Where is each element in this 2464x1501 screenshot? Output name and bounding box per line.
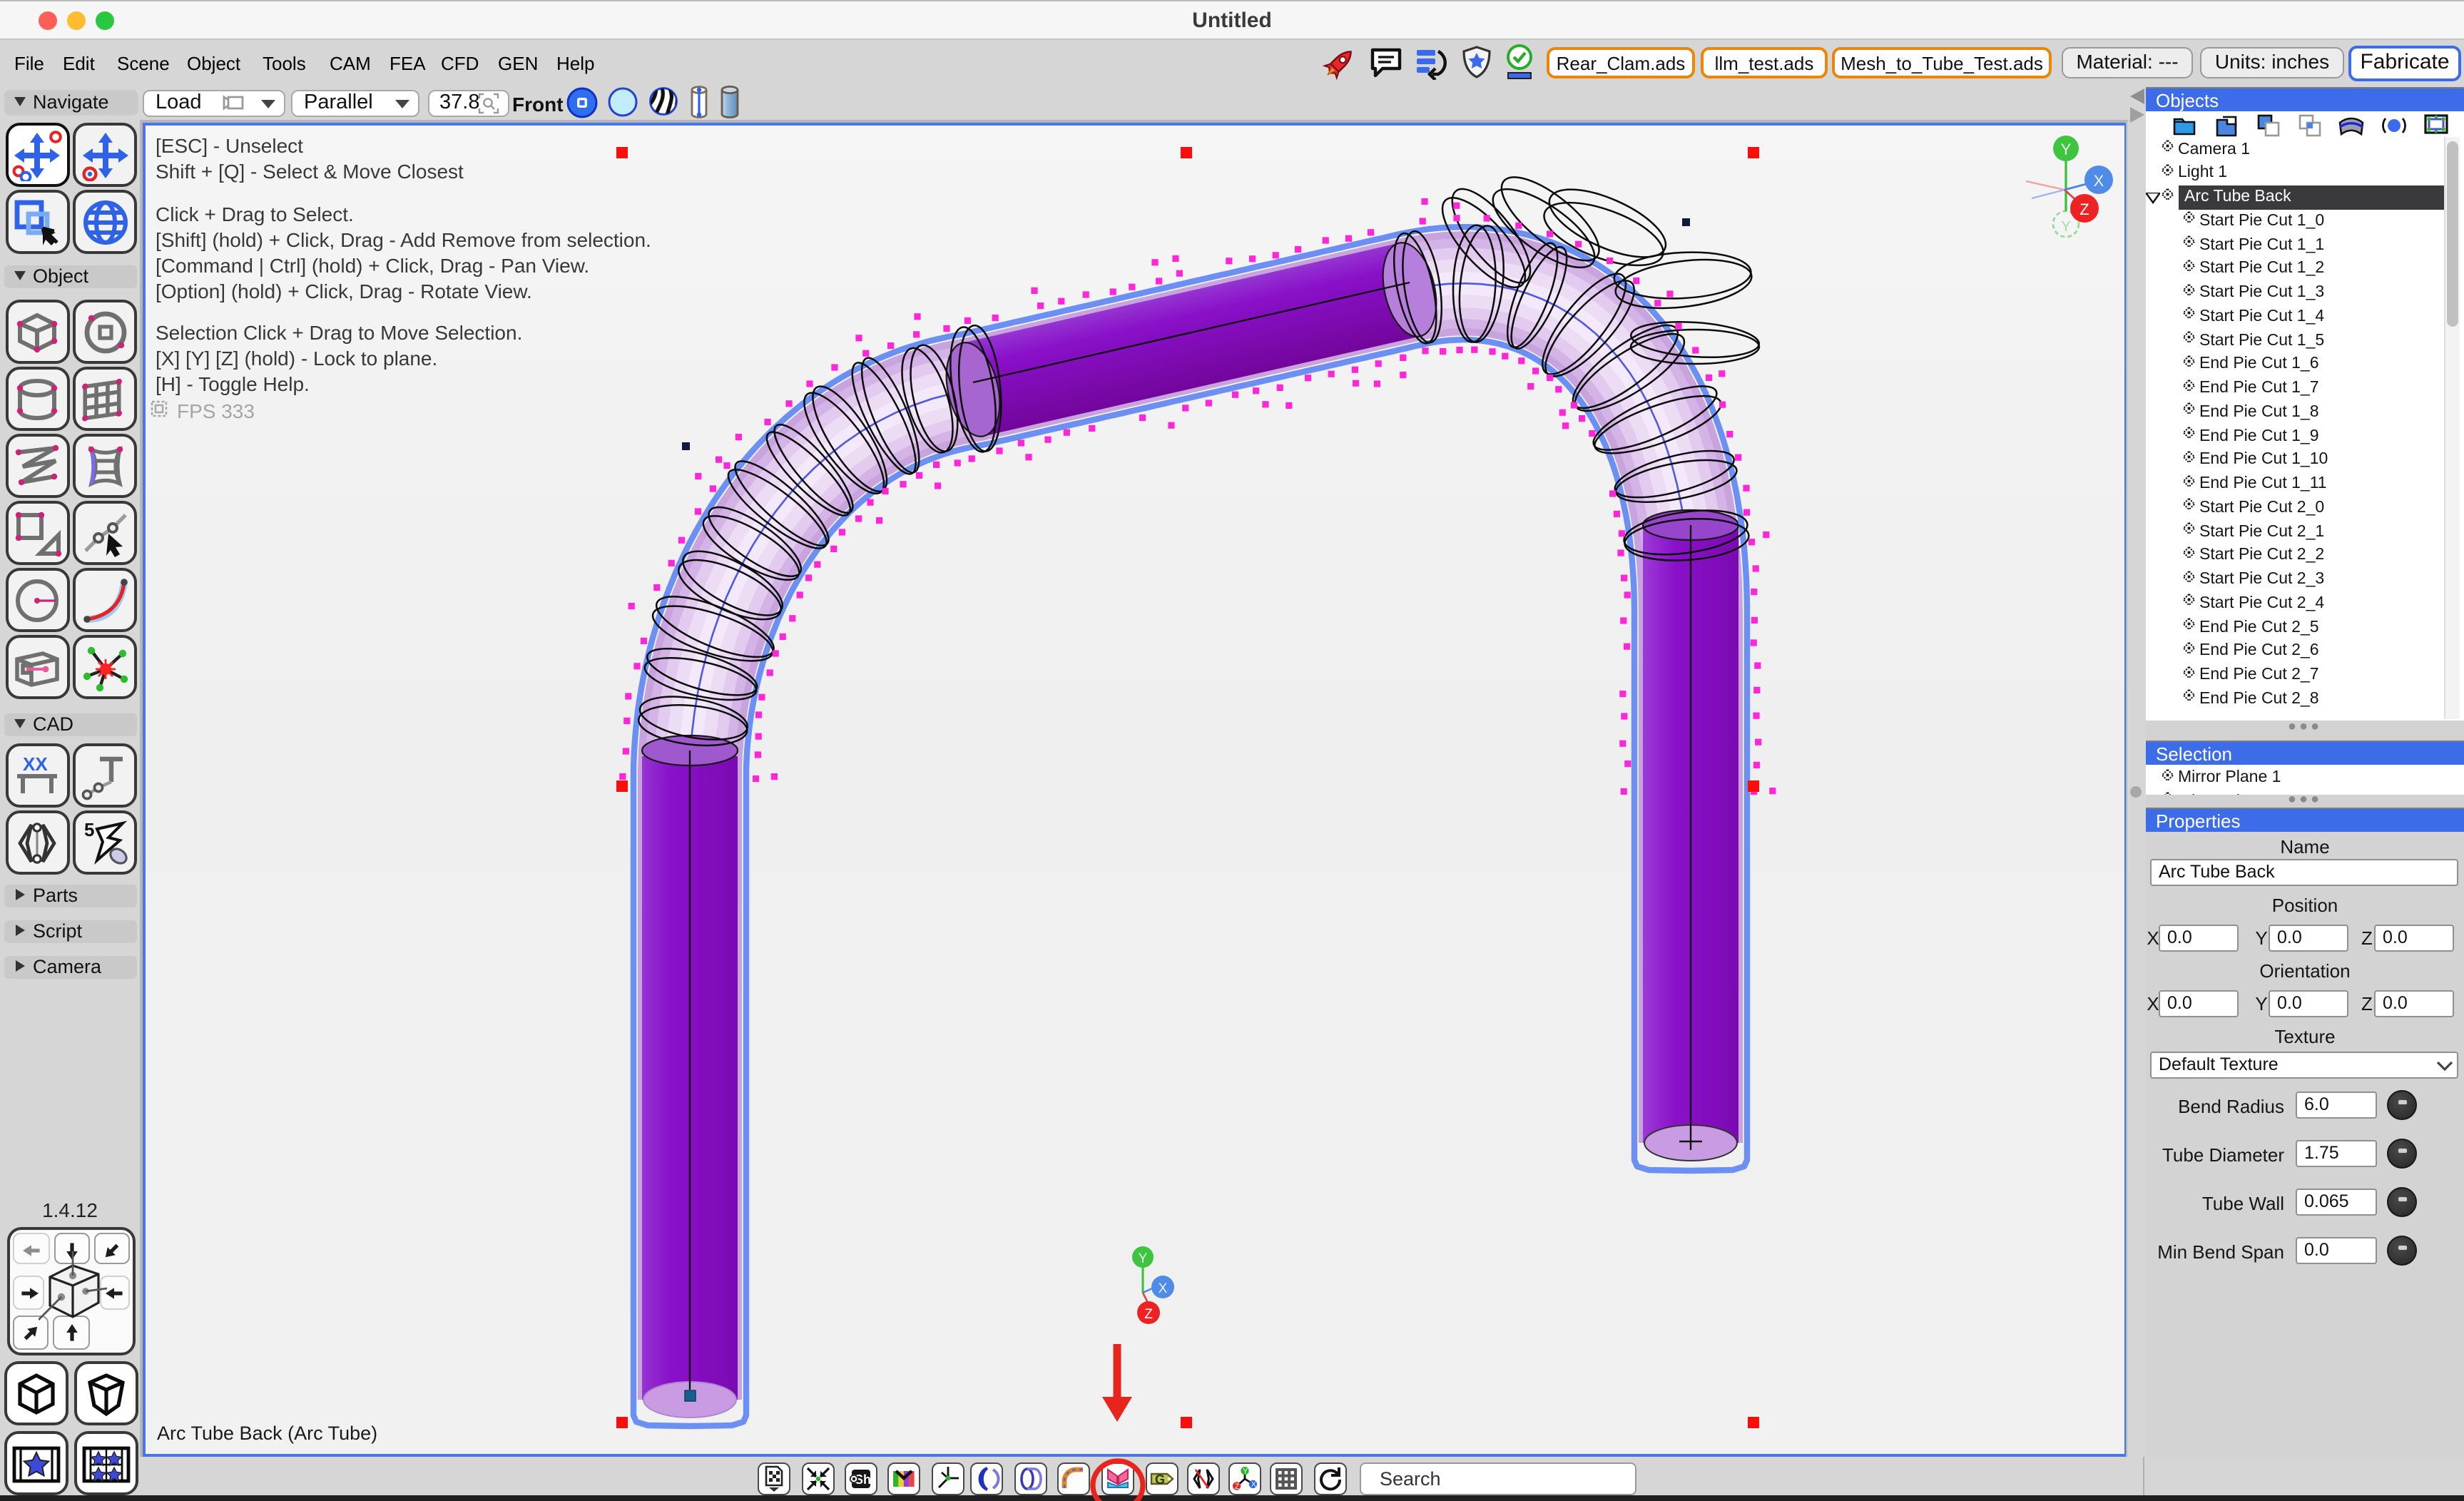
svg-text:Y: Y: [1139, 1251, 1148, 1266]
svg-text:XX: XX: [23, 753, 48, 775]
svg-text:G: G: [1155, 1472, 1165, 1487]
svg-text:Z: Z: [2079, 200, 2089, 218]
svg-text:5: 5: [83, 819, 93, 840]
svg-text:Y: Y: [2061, 219, 2070, 235]
svg-text:X: X: [2094, 172, 2104, 190]
svg-text:Y: Y: [1243, 1467, 1248, 1475]
svg-text:Z: Z: [1144, 1307, 1153, 1322]
svg-text:X: X: [1159, 1281, 1168, 1296]
svg-text:Y: Y: [2061, 141, 2072, 158]
svg-text:X: X: [1251, 1480, 1257, 1489]
svg-text:Z: Z: [1235, 1482, 1240, 1491]
